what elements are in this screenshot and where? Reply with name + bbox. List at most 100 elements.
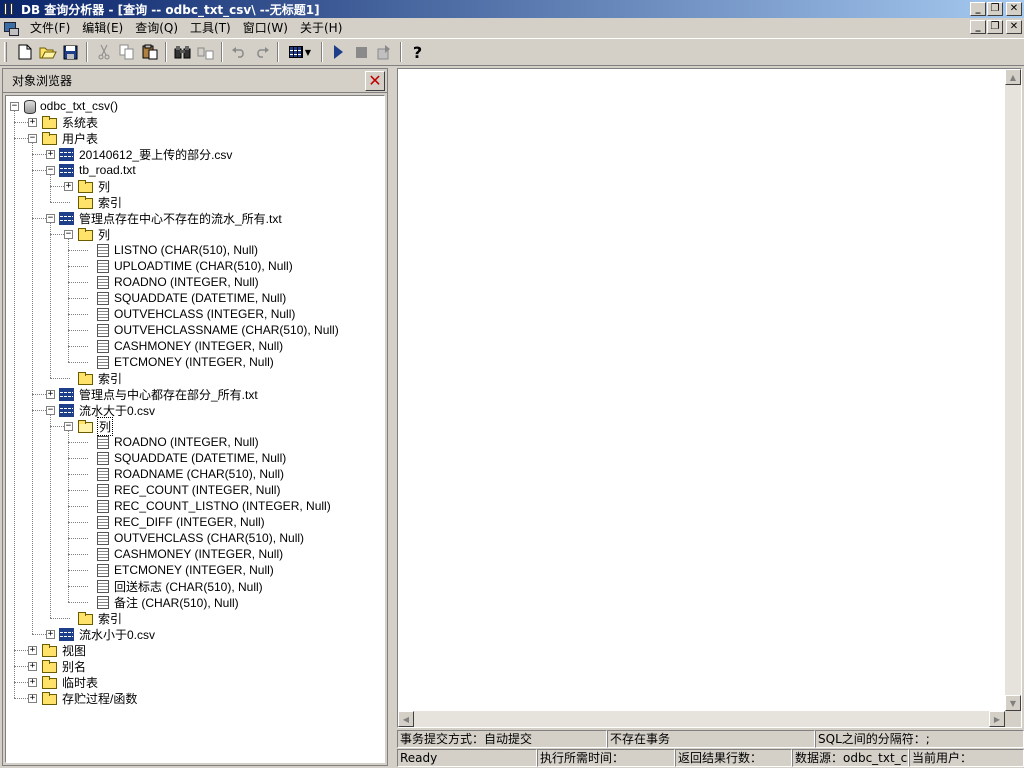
expand-icon[interactable]: +: [28, 693, 37, 703]
undo-icon[interactable]: [227, 41, 250, 63]
scroll-right-icon[interactable]: ▶: [989, 711, 1005, 727]
tree-node[interactable]: + 系统表: [28, 114, 99, 130]
tree-node-label: 视图: [62, 643, 87, 658]
scroll-up-icon[interactable]: ▲: [1005, 69, 1021, 85]
tree-node[interactable]: ETCMONEY (INTEGER, Null): [82, 354, 275, 370]
close-button[interactable]: ✕: [1006, 2, 1022, 16]
paste-icon[interactable]: [138, 41, 161, 63]
collapse-icon[interactable]: −: [46, 213, 55, 223]
collapse-icon[interactable]: −: [28, 133, 37, 143]
toolbar-grip[interactable]: [4, 42, 7, 62]
tree-node[interactable]: + 管理点与中心都存在部分_所有.txt: [46, 386, 259, 402]
new-file-icon[interactable]: [13, 41, 36, 63]
tree-node[interactable]: + 存贮过程/函数: [28, 690, 138, 706]
tree-node[interactable]: REC_COUNT (INTEGER, Null): [82, 482, 281, 498]
menu-tools[interactable]: 工具(T): [184, 19, 237, 37]
tree-node[interactable]: UPLOADTIME (CHAR(510), Null): [82, 258, 294, 274]
tree-node[interactable]: CASHMONEY (INTEGER, Null): [82, 338, 284, 354]
close-icon[interactable]: ✕: [365, 70, 385, 91]
tree-node[interactable]: ETCMONEY (INTEGER, Null): [82, 562, 275, 578]
expand-icon[interactable]: +: [46, 629, 55, 639]
stop-icon[interactable]: [350, 41, 373, 63]
tree-node[interactable]: 索引: [64, 194, 123, 210]
tree-node[interactable]: + 视图: [28, 642, 87, 658]
tree-node[interactable]: LISTNO (CHAR(510), Null): [82, 242, 259, 258]
chevron-down-icon[interactable]: ▼: [305, 48, 311, 57]
expand-icon[interactable]: +: [46, 389, 55, 399]
expand-icon[interactable]: +: [28, 677, 37, 687]
results-grid-icon[interactable]: ▼: [283, 41, 317, 63]
tree-node-label: 列: [98, 227, 111, 242]
execute-icon[interactable]: [327, 41, 350, 63]
menu-window[interactable]: 窗口(W): [237, 19, 294, 37]
scroll-left-icon[interactable]: ◀: [398, 711, 414, 727]
restore-button[interactable]: ❐: [987, 2, 1003, 16]
collapse-icon[interactable]: −: [10, 101, 19, 111]
tree-node[interactable]: − tb_road.txt: [46, 162, 137, 178]
vertical-scrollbar[interactable]: ▲ ▼: [1005, 69, 1021, 711]
expand-icon[interactable]: +: [28, 645, 37, 655]
menu-edit[interactable]: 编辑(E): [76, 19, 129, 37]
tree-node[interactable]: − 管理点存在中心不存在的流水_所有.txt: [46, 210, 283, 226]
collapse-icon[interactable]: −: [46, 405, 55, 415]
tree-node[interactable]: 索引: [64, 370, 123, 386]
parse-icon[interactable]: [373, 41, 396, 63]
tree-node[interactable]: − 用户表: [28, 130, 99, 146]
expand-icon[interactable]: +: [64, 181, 73, 191]
tree-node[interactable]: ROADNO (INTEGER, Null): [82, 274, 260, 290]
column-icon: [97, 355, 109, 369]
mdi-child-icon[interactable]: [2, 20, 20, 36]
tree-connector: [50, 175, 51, 202]
tree-node[interactable]: − odbc_txt_csv(): [10, 98, 119, 114]
minimize-button[interactable]: _: [970, 2, 986, 16]
tree-node[interactable]: + 列: [64, 178, 111, 194]
collapse-icon[interactable]: −: [64, 421, 73, 431]
collapse-icon[interactable]: −: [46, 165, 55, 175]
expand-icon[interactable]: +: [28, 117, 37, 127]
find-icon[interactable]: [171, 41, 194, 63]
cut-icon[interactable]: [92, 41, 115, 63]
child-restore-button[interactable]: ❐: [987, 20, 1003, 34]
tree-node[interactable]: REC_DIFF (INTEGER, Null): [82, 514, 266, 530]
tree-node[interactable]: SQUADDATE (DATETIME, Null): [82, 450, 287, 466]
query-editor[interactable]: ▲ ▼ ◀ ▶: [397, 68, 1022, 728]
tree-node[interactable]: OUTVEHCLASS (CHAR(510), Null): [82, 530, 305, 546]
scroll-down-icon[interactable]: ▼: [1005, 695, 1021, 711]
child-minimize-button[interactable]: _: [970, 20, 986, 34]
tree-node[interactable]: 索引: [64, 610, 123, 626]
tree-node[interactable]: OUTVEHCLASSNAME (CHAR(510), Null): [82, 322, 340, 338]
menu-query[interactable]: 查询(Q): [129, 19, 184, 37]
tree-node[interactable]: − 列: [64, 226, 111, 242]
open-folder-icon[interactable]: [36, 41, 59, 63]
tree-node[interactable]: CASHMONEY (INTEGER, Null): [82, 546, 284, 562]
expand-icon[interactable]: +: [28, 661, 37, 671]
tree-node[interactable]: SQUADDATE (DATETIME, Null): [82, 290, 287, 306]
horizontal-scrollbar[interactable]: ◀ ▶: [398, 711, 1005, 727]
tree-node[interactable]: 回送标志 (CHAR(510), Null): [82, 578, 264, 594]
redo-icon[interactable]: [250, 41, 273, 63]
copy-icon[interactable]: [115, 41, 138, 63]
tree-node[interactable]: + 流水小于0.csv: [46, 626, 156, 642]
tree-connector: [32, 218, 46, 219]
tree-node[interactable]: ROADNAME (CHAR(510), Null): [82, 466, 285, 482]
child-close-button[interactable]: ✕: [1006, 20, 1022, 34]
tree-node-label: ROADNAME (CHAR(510), Null): [114, 467, 285, 481]
tree-node[interactable]: OUTVEHCLASS (INTEGER, Null): [82, 306, 296, 322]
tree-node[interactable]: 备注 (CHAR(510), Null): [82, 594, 240, 610]
save-icon[interactable]: [59, 41, 82, 63]
replace-icon[interactable]: [194, 41, 217, 63]
expand-icon[interactable]: +: [46, 149, 55, 159]
collapse-icon[interactable]: −: [64, 229, 73, 239]
menu-about[interactable]: 关于(H): [294, 19, 348, 37]
tree-node[interactable]: − 列: [64, 416, 114, 436]
help-icon[interactable]: ?: [406, 41, 429, 63]
tree-node[interactable]: + 临时表: [28, 674, 99, 690]
tree-node[interactable]: ROADNO (INTEGER, Null): [82, 434, 260, 450]
menu-file[interactable]: 文件(F): [24, 19, 76, 37]
tree-node[interactable]: + 别名: [28, 658, 87, 674]
tree-connector: [50, 223, 51, 378]
tree-node-label: 用户表: [62, 131, 99, 146]
tree-node[interactable]: +20140612_要上传的部分.csv: [46, 146, 233, 162]
tree-node[interactable]: REC_COUNT_LISTNO (INTEGER, Null): [82, 498, 332, 514]
object-tree[interactable]: − odbc_txt_csv() + 系统表 − 用户表 +20140612_要上传的部分.…: [5, 95, 385, 763]
